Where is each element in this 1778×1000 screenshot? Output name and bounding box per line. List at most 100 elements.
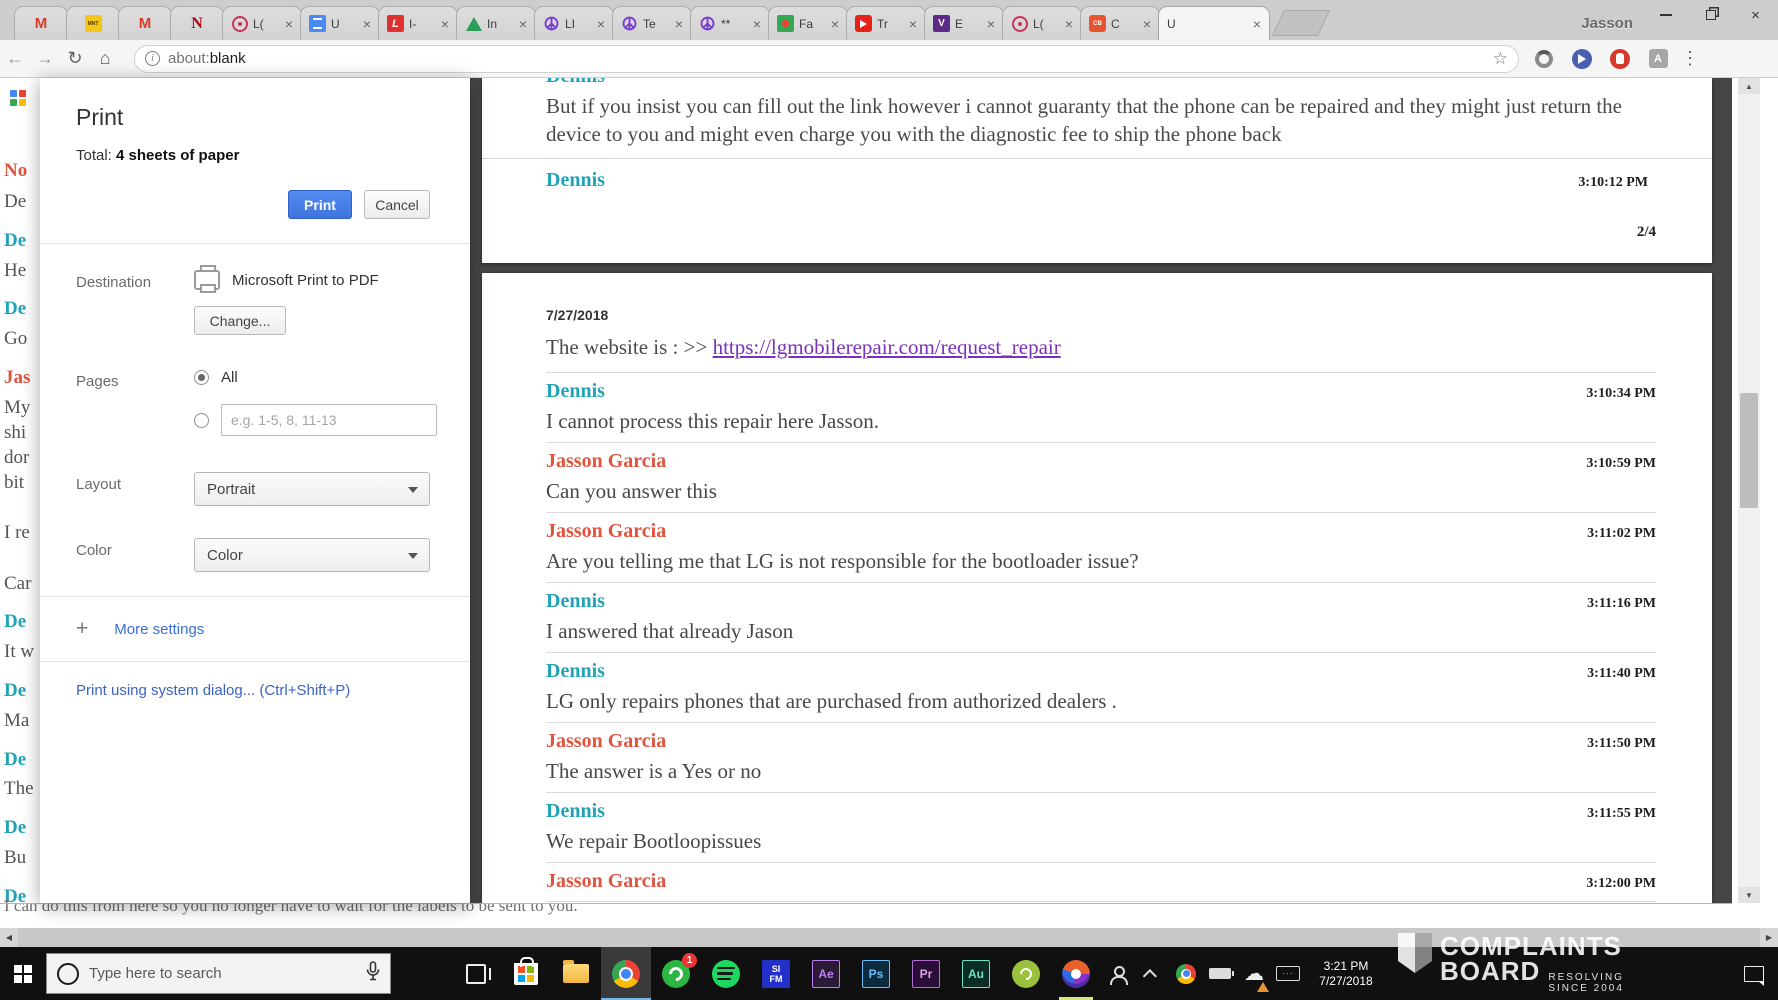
photoshop-button[interactable]: Ps (851, 947, 901, 1000)
pages-range-radio[interactable] (194, 412, 209, 428)
color-select[interactable]: Color (194, 538, 430, 572)
tab-peace-1[interactable]: LI × (534, 6, 614, 40)
extension-donut-icon[interactable] (1531, 46, 1557, 72)
taskbar-clock[interactable]: 3:21 PM 7/27/2018 (1305, 959, 1387, 989)
tab-lg-2[interactable]: L(× (1002, 6, 1082, 40)
tab-peace-3[interactable]: ** × (690, 6, 770, 40)
scroll-left-icon[interactable]: ◀ (0, 928, 18, 947)
microphone-icon[interactable] (366, 961, 380, 986)
spotify-button[interactable] (701, 947, 751, 1000)
tab-close-icon[interactable]: × (1065, 17, 1073, 31)
file-explorer-button[interactable] (551, 947, 601, 1000)
keyboard-tray-icon[interactable]: ··· (1271, 947, 1305, 1000)
premiere-button[interactable]: Pr (901, 947, 951, 1000)
printer-icon (194, 265, 220, 293)
store-icon (514, 956, 538, 985)
taskbar-search[interactable]: Type here to search (46, 953, 391, 994)
page-number: 2/4 (1636, 224, 1656, 240)
bookmark-star-icon[interactable]: ☆ (1493, 49, 1508, 69)
tab-netflix[interactable]: N (170, 6, 224, 40)
tab-peace-2[interactable]: Te × (612, 6, 692, 40)
tray-expand-button[interactable] (1135, 947, 1169, 1000)
tab-close-icon[interactable]: × (519, 17, 527, 31)
page-info-icon[interactable]: i (145, 51, 160, 66)
start-button[interactable] (0, 947, 46, 1000)
maximize-button[interactable] (1688, 0, 1733, 30)
extension-adblock-hand-icon[interactable] (1607, 46, 1633, 72)
chrome-tray-button[interactable] (1169, 947, 1203, 1000)
tab-active[interactable]: U × (1158, 6, 1270, 40)
print-button[interactable]: Print (288, 190, 352, 219)
tab-close-icon[interactable]: × (1253, 17, 1261, 31)
whatsapp-button[interactable]: 1 (651, 947, 701, 1000)
audition-button[interactable]: Au (951, 947, 1001, 1000)
print-total: Total: 4 sheets of paper (76, 147, 240, 164)
clipped-author-name: Dennis (546, 78, 605, 88)
action-center-icon[interactable] (1744, 965, 1764, 986)
scroll-right-icon[interactable]: ▶ (1760, 928, 1778, 947)
tab-close-icon[interactable]: × (909, 17, 917, 31)
tab-close-icon[interactable]: × (363, 17, 371, 31)
more-settings-toggle[interactable]: + More settings (76, 597, 430, 661)
tab-close-icon[interactable]: × (831, 17, 839, 31)
tab-docs[interactable]: U × (300, 6, 380, 40)
extension-acrobat-icon[interactable]: A (1645, 46, 1671, 72)
scrollbar-thumb[interactable] (1740, 393, 1758, 508)
tab-mnt[interactable]: MNT (66, 6, 120, 40)
forward-icon[interactable]: → (30, 48, 60, 69)
page-content: No De De He De Go Jas My shi dor bit I r… (0, 78, 1778, 928)
address-bar[interactable]: i about: blank ☆ (134, 44, 1519, 73)
tab-gmail-2[interactable]: M (118, 6, 172, 40)
layout-select[interactable]: Portrait (194, 472, 430, 506)
preview-scrollbar[interactable]: ▲ ▼ (1738, 78, 1760, 903)
tab-close-icon[interactable]: × (675, 17, 683, 31)
cancel-button[interactable]: Cancel (364, 190, 430, 219)
extension-pointer-icon[interactable] (1569, 46, 1595, 72)
close-button[interactable]: × (1733, 0, 1778, 30)
battery-tray-icon[interactable] (1203, 947, 1237, 1000)
back-icon[interactable]: ← (0, 48, 30, 69)
people-button[interactable] (1101, 947, 1135, 1000)
tab-complaintsboard[interactable]: CB C × (1080, 6, 1160, 40)
chrome-taskbar-button[interactable] (601, 947, 651, 1000)
change-destination-button[interactable]: Change... (194, 306, 286, 335)
tab-maps[interactable]: Fa × (768, 6, 848, 40)
pages-all-option[interactable]: All (221, 369, 238, 386)
scroll-up-icon[interactable]: ▲ (1738, 78, 1760, 94)
bg-fragment: De (4, 817, 27, 838)
profile-name[interactable]: Jasson (1581, 15, 1633, 32)
bg-fragment: Go (4, 328, 28, 349)
tab-close-icon[interactable]: × (1143, 17, 1151, 31)
onedrive-tray-icon[interactable]: ☁ (1237, 947, 1271, 1000)
docs-icon (309, 15, 326, 32)
after-effects-button[interactable]: Ae (801, 947, 851, 1000)
browser-menu-icon[interactable]: ⋮ (1681, 48, 1699, 69)
swirl-app-button[interactable] (1051, 947, 1101, 1000)
task-view-button[interactable] (451, 947, 501, 1000)
home-icon[interactable]: ⌂ (90, 48, 120, 69)
horizontal-scrollbar[interactable]: ◀ ▶ (0, 928, 1778, 947)
pages-all-radio[interactable] (194, 370, 209, 385)
tab-close-icon[interactable]: × (753, 17, 761, 31)
tab-youtube[interactable]: Tr × (846, 6, 926, 40)
tab-close-icon[interactable]: × (285, 17, 293, 31)
pages-range-input[interactable] (221, 404, 437, 436)
reload-icon[interactable]: ↻ (60, 48, 90, 69)
tab-lg[interactable]: L(× (222, 6, 302, 40)
tab-purple-v[interactable]: V E × (924, 6, 1004, 40)
tab-close-icon[interactable]: × (597, 17, 605, 31)
scroll-down-icon[interactable]: ▼ (1738, 887, 1760, 903)
store-button[interactable] (501, 947, 551, 1000)
tab-drive[interactable]: In × (456, 6, 536, 40)
tab-close-icon[interactable]: × (987, 17, 995, 31)
chat-message-row: Dennis 3:10:34 PM I cannot process this r… (546, 373, 1656, 443)
tab-close-icon[interactable]: × (441, 17, 449, 31)
system-dialog-link[interactable]: Print using system dialog... (Ctrl+Shift… (76, 662, 430, 719)
sifm-button[interactable]: SI FM (751, 947, 801, 1000)
new-tab-button[interactable] (1271, 10, 1331, 36)
android-studio-button[interactable] (1001, 947, 1051, 1000)
author-name: Dennis (546, 800, 605, 822)
tab-gmail[interactable]: M (14, 6, 68, 40)
minimize-button[interactable] (1643, 0, 1688, 30)
tab-red-l[interactable]: L I- × (378, 6, 458, 40)
